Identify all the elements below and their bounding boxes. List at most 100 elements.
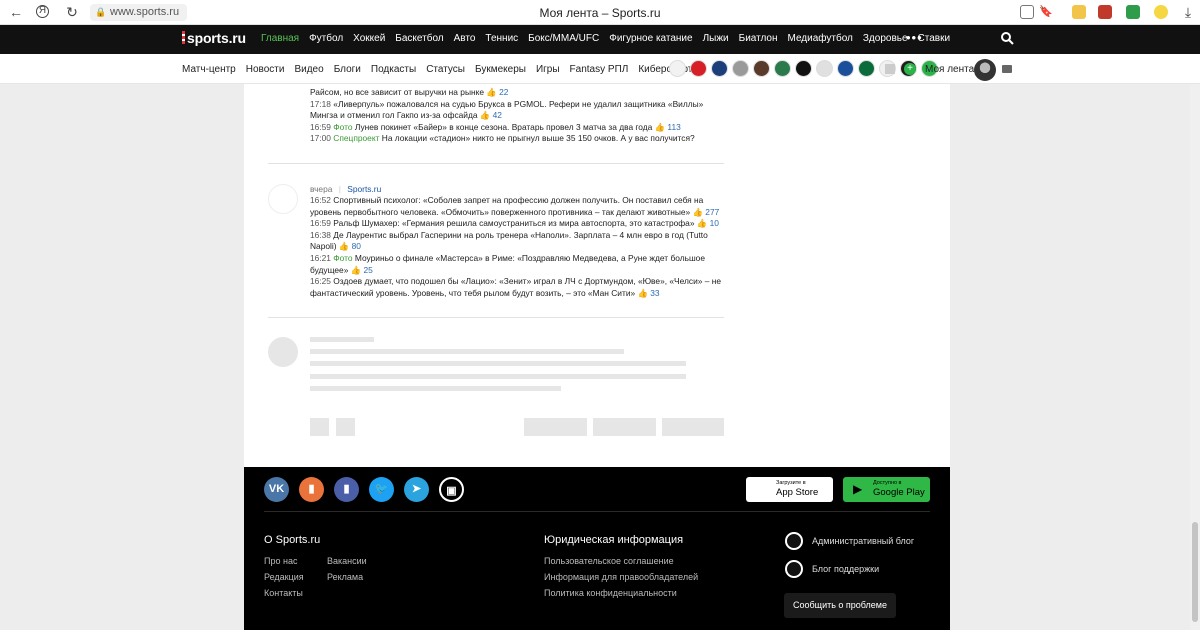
extension-icon[interactable]: [1098, 5, 1112, 19]
footer-link[interactable]: Пользовательское соглашение: [544, 556, 674, 566]
twitter-icon[interactable]: 🐦: [369, 477, 394, 502]
thumbs-up-icon[interactable]: 👍: [697, 218, 710, 228]
sub-menu-item[interactable]: Блоги: [334, 64, 361, 75]
placeholder-club-icon[interactable]: [885, 64, 895, 74]
thumbs-up-icon[interactable]: 👍: [693, 207, 706, 217]
scrollbar-thumb[interactable]: [1192, 522, 1198, 622]
bookmark-icon[interactable]: 🔖: [1038, 4, 1054, 20]
extension-yellow-icon[interactable]: [1154, 5, 1168, 19]
club-icon[interactable]: [858, 60, 875, 77]
thumbs-up-icon[interactable]: 👍: [480, 110, 493, 120]
footer-link[interactable]: Реклама: [327, 572, 363, 582]
extension-green-icon[interactable]: [1126, 5, 1140, 19]
feed-text[interactable]: На локации «стадион» никто не прыгнул вы…: [382, 133, 695, 143]
feed-item[interactable]: Райсом, но все зависит от выручки на рын…: [310, 87, 730, 99]
feed-group-2: 16:52 Спортивный психолог: «Соболев запр…: [310, 195, 730, 299]
report-problem-button[interactable]: Сообщить о проблеме: [784, 593, 896, 618]
main-menu-item[interactable]: Главная: [261, 33, 299, 44]
download-icon[interactable]: ⤓: [1180, 4, 1196, 20]
feed-text[interactable]: Райсом, но все зависит от выручки на рын…: [310, 87, 486, 97]
feed-tag[interactable]: Фото: [333, 253, 355, 263]
footer-link[interactable]: Политика конфиденциальности: [544, 588, 677, 598]
thumbs-up-icon[interactable]: 👍: [638, 288, 651, 298]
feed-text[interactable]: Ральф Шумахер: «Германия решила самоустр…: [333, 218, 697, 228]
feed-item[interactable]: 16:21 Фото Моуриньо о финале «Мастерса» …: [310, 253, 730, 276]
admin-blog-icon[interactable]: [785, 532, 803, 550]
zen-icon[interactable]: ▮: [334, 477, 359, 502]
sub-menu-item[interactable]: Fantasy РПЛ: [570, 64, 629, 75]
feed-item[interactable]: 16:38 Де Лаурентис выбрал Гасперини на р…: [310, 230, 730, 253]
odnoklassniki-icon[interactable]: ▮: [299, 477, 324, 502]
source-avatar[interactable]: [268, 184, 298, 214]
club-icon[interactable]: [669, 60, 686, 77]
weather-extension-icon[interactable]: [1072, 5, 1086, 19]
telegram-icon[interactable]: ➤: [404, 477, 429, 502]
club-icon[interactable]: [732, 60, 749, 77]
feed-tag[interactable]: Спецпроект: [333, 133, 381, 143]
feed-item[interactable]: 16:59 Фото Лунев покинет «Байер» в конце…: [310, 122, 730, 134]
feed-item[interactable]: 17:18 «Ливерпуль» пожаловался на судью Б…: [310, 99, 730, 122]
sub-menu-item[interactable]: Матч-центр: [182, 64, 236, 75]
sub-menu-item[interactable]: Подкасты: [371, 64, 416, 75]
sub-menu-item[interactable]: Букмекеры: [475, 64, 526, 75]
club-icon[interactable]: [753, 60, 770, 77]
thumbs-up-icon[interactable]: 👍: [339, 241, 352, 251]
mail-icon[interactable]: [1002, 65, 1012, 73]
main-menu-item[interactable]: Биатлон: [739, 33, 778, 44]
main-navigation: sports.ru Главная Футбол Хоккей Баскетбол Ав…: [0, 25, 1200, 54]
main-menu-item[interactable]: Авто: [454, 33, 476, 44]
main-menu-item[interactable]: Теннис: [485, 33, 518, 44]
main-menu-item[interactable]: Лыжи: [703, 33, 729, 44]
avatar[interactable]: [974, 59, 996, 81]
feed-item[interactable]: 16:59 Ральф Шумахер: «Германия решила са…: [310, 218, 730, 230]
club-icon[interactable]: [774, 60, 791, 77]
feed-item[interactable]: 17:00 Спецпроект На локации «стадион» ни…: [310, 133, 730, 145]
feed-tag[interactable]: Фото: [333, 122, 355, 132]
logo-mark-icon: [182, 31, 185, 44]
thumbs-up-icon[interactable]: 👍: [351, 265, 364, 275]
main-menu-item[interactable]: Хоккей: [353, 33, 385, 44]
my-feed-link[interactable]: Моя лента: [925, 64, 974, 75]
main-menu-item[interactable]: Фигурное катание: [609, 33, 692, 44]
main-menu-item[interactable]: Футбол: [309, 33, 343, 44]
main-menu-item[interactable]: Здоровье: [863, 33, 908, 44]
club-icon[interactable]: [816, 60, 833, 77]
admin-blog-link[interactable]: Административный блог: [812, 536, 914, 546]
sub-menu-item[interactable]: Статусы: [426, 64, 465, 75]
feed-item[interactable]: 16:25 Оздоев думает, что подошел бы «Лац…: [310, 276, 730, 299]
main-menu-item[interactable]: Бокс/ММА/UFC: [528, 33, 599, 44]
feed-text[interactable]: «Ливерпуль» пожаловался на судью Брукса …: [310, 99, 703, 121]
sub-menu-item[interactable]: Игры: [536, 64, 560, 75]
add-club-icon[interactable]: +: [904, 63, 916, 75]
feed-source-link[interactable]: Sports.ru: [347, 184, 381, 194]
club-icon[interactable]: [711, 60, 728, 77]
footer-link[interactable]: Контакты: [264, 588, 303, 598]
support-blog-link[interactable]: Блог поддержки: [812, 564, 879, 574]
sports-logo[interactable]: sports.ru: [182, 30, 246, 46]
club-icon[interactable]: [837, 60, 854, 77]
feed-text[interactable]: Де Лаурентис выбрал Гасперини на роль тр…: [310, 230, 708, 252]
footer-link[interactable]: Про нас: [264, 556, 297, 566]
main-menu-item[interactable]: Баскетбол: [395, 33, 443, 44]
search-icon[interactable]: [1000, 31, 1014, 45]
feed-text[interactable]: Спортивный психолог: «Соболев запрет на …: [310, 195, 703, 217]
support-blog-icon[interactable]: [785, 560, 803, 578]
sub-menu-item[interactable]: Новости: [246, 64, 285, 75]
footer-link[interactable]: Вакансии: [327, 556, 367, 566]
other-icon[interactable]: ▣: [439, 477, 464, 502]
feed-text[interactable]: Лунев покинет «Байер» в конце сезона. Вр…: [355, 122, 655, 132]
thumbs-up-icon[interactable]: 👍: [655, 122, 668, 132]
more-menu-icon[interactable]: •••: [906, 30, 923, 45]
footer-link[interactable]: Редакция: [264, 572, 304, 582]
tab-manager-icon[interactable]: [1020, 5, 1034, 19]
vk-icon[interactable]: VK: [264, 477, 289, 502]
footer-link[interactable]: Информация для правообладателей: [544, 572, 698, 582]
feed-item[interactable]: 16:52 Спортивный психолог: «Соболев запр…: [310, 195, 730, 218]
club-icon[interactable]: [795, 60, 812, 77]
main-menu-item[interactable]: Медиафутбол: [788, 33, 853, 44]
app-store-button[interactable]: Загрузите в App Store: [746, 477, 833, 502]
club-icon[interactable]: [690, 60, 707, 77]
sub-menu-item[interactable]: Видео: [294, 64, 323, 75]
thumbs-up-icon[interactable]: 👍: [486, 87, 499, 97]
google-play-button[interactable]: ▶ Доступно в Google Play: [843, 477, 930, 502]
